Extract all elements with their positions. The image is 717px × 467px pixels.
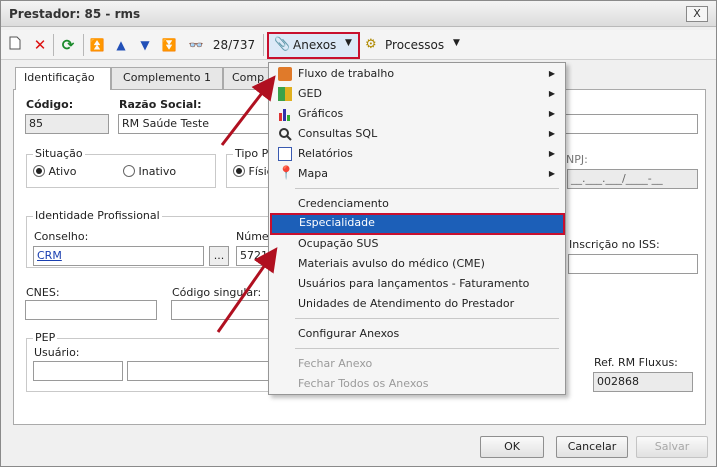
refresh-icon[interactable]: ⟳ bbox=[59, 36, 77, 54]
cnpj-label: NPJ: bbox=[566, 153, 588, 166]
cancelar-button[interactable]: Cancelar bbox=[556, 436, 628, 458]
pep-label: PEP bbox=[33, 331, 58, 344]
menu-item-especialidade[interactable]: Especialidade bbox=[270, 213, 565, 235]
codigo-singular-label: Código singular: bbox=[172, 286, 262, 299]
map-pin-icon: 📍 bbox=[278, 166, 295, 181]
usuario-field[interactable] bbox=[33, 361, 123, 381]
anexos-label: Anexos bbox=[293, 38, 337, 52]
submenu-arrow-icon: ▶ bbox=[548, 149, 555, 158]
anexos-menu-button[interactable]: 📎 Anexos ▼ bbox=[267, 32, 360, 59]
situacao-label: Situação bbox=[33, 147, 85, 160]
situacao-group: Situação Ativo Inativo bbox=[26, 147, 216, 188]
submenu-arrow-icon: ▶ bbox=[548, 169, 555, 178]
usuario-name-field[interactable] bbox=[127, 361, 277, 381]
usuario-label: Usuário: bbox=[34, 346, 80, 359]
tab-identificacao[interactable]: Identificação bbox=[15, 67, 111, 90]
identidade-label: Identidade Profissional bbox=[33, 209, 162, 222]
menu-item-credenciamento[interactable]: Credenciamento bbox=[271, 194, 563, 214]
title-bar: Prestador: 85 - rms X bbox=[1, 1, 716, 27]
menu-item-consultas-sql[interactable]: Consultas SQL ▶ bbox=[271, 124, 563, 144]
next-record-icon[interactable]: ▼ bbox=[137, 36, 153, 54]
tab-complemento-1[interactable]: Complemento 1 bbox=[111, 67, 223, 89]
menu-item-ocupacao-sus[interactable]: Ocupação SUS bbox=[271, 234, 563, 254]
menu-item-fechar-todos-anexos: Fechar Todos os Anexos bbox=[298, 377, 429, 390]
submenu-arrow-icon: ▶ bbox=[548, 89, 555, 98]
menu-item-mapa[interactable]: 📍 Mapa ▶ bbox=[271, 164, 563, 184]
ref-fluxus-label: Ref. RM Fluxus: bbox=[594, 356, 678, 369]
record-counter: 28/737 bbox=[212, 38, 256, 52]
menu-item-configurar-anexos[interactable]: Configurar Anexos bbox=[271, 324, 563, 344]
chart-icon bbox=[278, 107, 292, 121]
inscricao-iss-label: Inscrição no ISS: bbox=[569, 238, 660, 251]
codigo-field[interactable]: 85 bbox=[25, 114, 109, 134]
inscricao-iss-field[interactable] bbox=[568, 254, 698, 274]
paperclip-icon: 📎 bbox=[274, 37, 291, 52]
chevron-down-icon: ▼ bbox=[345, 38, 352, 48]
ok-button[interactable]: OK bbox=[480, 436, 544, 458]
codigo-singular-field[interactable] bbox=[171, 300, 271, 320]
workflow-icon bbox=[278, 67, 292, 81]
previous-record-icon[interactable]: ▲ bbox=[113, 36, 129, 54]
fisica-radio[interactable]: Físic bbox=[233, 165, 273, 178]
gears-icon: ⚙ bbox=[365, 37, 377, 52]
codigo-label: Código: bbox=[26, 98, 74, 111]
cnes-field[interactable] bbox=[25, 300, 157, 320]
salvar-button[interactable]: Salvar bbox=[636, 436, 708, 458]
submenu-arrow-icon: ▶ bbox=[548, 69, 555, 78]
menu-item-fluxo-trabalho[interactable]: Fluxo de trabalho ▶ bbox=[271, 64, 563, 84]
menu-item-usuarios-lancamentos[interactable]: Usuários para lançamentos - Faturamento bbox=[271, 274, 563, 294]
cnpj-field[interactable]: __.___.___/____-__ bbox=[567, 169, 698, 189]
inativo-radio[interactable]: Inativo bbox=[123, 165, 176, 178]
submenu-arrow-icon: ▶ bbox=[548, 129, 555, 138]
ged-icon bbox=[278, 87, 292, 101]
anexos-dropdown-menu: Fluxo de trabalho ▶ GED ▶ Gráficos ▶ Consul… bbox=[268, 62, 566, 395]
conselho-lookup-button[interactable]: ... bbox=[209, 246, 229, 266]
processos-label: Processos bbox=[385, 38, 445, 52]
menu-item-materiais-avulso[interactable]: Materiais avulso do médico (CME) bbox=[271, 254, 563, 274]
last-record-icon[interactable]: ⏬ bbox=[161, 36, 177, 54]
processos-menu-button[interactable]: ⚙ Processos ▼ bbox=[363, 34, 473, 58]
binoculars-icon[interactable]: 👓 bbox=[187, 36, 205, 54]
delete-icon[interactable]: ✕ bbox=[31, 36, 49, 54]
report-icon bbox=[278, 147, 292, 161]
close-button[interactable]: X bbox=[686, 6, 708, 22]
conselho-label: Conselho: bbox=[34, 230, 89, 243]
chevron-down-icon: ▼ bbox=[453, 38, 460, 48]
menu-item-fechar-anexo: Fechar Anexo bbox=[298, 357, 373, 370]
window-title: Prestador: 85 - rms bbox=[9, 7, 141, 21]
menu-item-graficos[interactable]: Gráficos ▶ bbox=[271, 104, 563, 124]
menu-item-unidades-atendimento[interactable]: Unidades de Atendimento do Prestador bbox=[271, 294, 563, 314]
new-document-icon[interactable] bbox=[7, 36, 23, 54]
ativo-radio[interactable]: Ativo bbox=[33, 165, 76, 178]
conselho-field[interactable]: CRM bbox=[33, 246, 204, 266]
menu-item-ged[interactable]: GED ▶ bbox=[271, 84, 563, 104]
magnifier-icon bbox=[278, 127, 292, 141]
menu-item-relatorios[interactable]: Relatórios ▶ bbox=[271, 144, 563, 164]
cnes-label: CNES: bbox=[26, 286, 60, 299]
submenu-arrow-icon: ▶ bbox=[548, 109, 555, 118]
ref-fluxus-field[interactable]: 002868 bbox=[593, 372, 693, 392]
first-record-icon[interactable]: ⏫ bbox=[89, 36, 105, 54]
razao-social-label: Razão Social: bbox=[119, 98, 202, 111]
